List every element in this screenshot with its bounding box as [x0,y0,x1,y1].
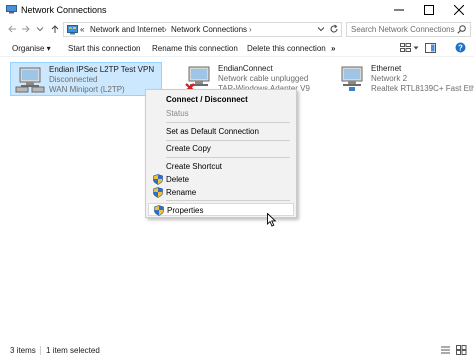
address-history-button[interactable] [317,25,327,35]
connection-device: Realtek RTL8139C+ Fast Eth... [371,84,474,93]
refresh-button[interactable] [329,24,341,36]
address-bar[interactable]: « Network and Internet › Network Connect… [63,22,342,37]
connection-name: Ethernet [371,64,402,73]
status-divider [40,346,41,355]
close-icon [454,5,464,15]
uac-shield-icon [153,187,163,198]
search-placeholder: Search Network Connections [351,25,455,34]
command-bar: Organise ▾ Start this connection Rename … [0,40,474,57]
item-count: 3 items [10,346,36,355]
delete-connection-button[interactable]: Delete this connection [247,44,326,53]
control-panel-icon [67,25,78,35]
address-row: « Network and Internet › Network Connect… [0,20,474,38]
tiles-view-icon [456,345,467,355]
up-button[interactable] [49,23,61,35]
details-view-icon [441,346,450,354]
change-view-button[interactable] [400,43,420,54]
menu-separator [166,140,290,141]
menu-item-label: Status [166,109,189,118]
breadcrumb-network-and-internet[interactable]: Network and Internet [90,25,164,34]
view-details-icon [400,43,411,52]
details-view-button[interactable] [440,345,451,355]
close-button[interactable] [444,0,474,20]
minimize-button[interactable] [384,0,414,20]
back-arrow-icon [8,25,16,33]
maximize-icon [424,5,434,15]
address-overflow[interactable]: « [80,25,84,34]
status-bar: 3 items 1 item selected [0,342,474,357]
preview-pane-button[interactable] [425,43,437,54]
back-button[interactable] [6,23,18,35]
uac-shield-icon [154,205,164,216]
menu-item-status: Status [148,107,294,120]
menu-item-rename[interactable]: Rename [148,186,294,199]
ethernet-connected-icon [341,66,363,91]
menu-item-label: Create Copy [166,144,211,153]
up-arrow-icon [51,25,59,33]
connection-status: Network 2 [371,74,408,83]
menu-item-label: Delete [166,175,190,184]
help-icon: ? [455,42,466,53]
title-bar: Network Connections [0,0,474,20]
svg-text:?: ? [458,43,463,52]
tiles-view-button[interactable] [456,345,467,355]
forward-arrow-icon [22,25,30,33]
search-input[interactable]: Search Network Connections [346,22,471,37]
breadcrumb-separator[interactable]: › [164,25,167,34]
window-title: Network Connections [21,5,107,15]
connection-status: Disconnected [49,75,98,84]
preview-pane-icon [425,43,436,53]
menu-item-label: Properties [167,206,204,215]
breadcrumb-separator[interactable]: › [249,25,252,34]
organise-button[interactable]: Organise ▾ [12,44,51,53]
menu-item-label: Rename [166,188,197,197]
connection-item[interactable]: Endian IPSec L2TP Test VPN Disconnected … [10,62,162,96]
menu-separator [166,122,290,123]
menu-item-label: Set as Default Connection [166,127,259,136]
context-menu: Connect / Disconnect Status Set as Defau… [145,89,297,218]
refresh-icon [330,24,338,33]
search-icon [457,25,466,34]
chevron-down-icon [36,27,44,32]
connection-status: Network cable unplugged [218,74,309,83]
minimize-icon [394,9,404,11]
menu-item-delete[interactable]: Delete [148,173,294,186]
menu-separator [166,157,290,158]
menu-item-label: Create Shortcut [166,162,223,171]
chevron-down-icon [413,46,419,50]
breadcrumb-network-connections[interactable]: Network Connections [171,25,247,34]
maximize-button[interactable] [414,0,444,20]
rename-connection-button[interactable]: Rename this connection [152,44,238,53]
menu-item-label: Connect / Disconnect [166,95,248,104]
vpn-connection-icon [15,67,45,93]
menu-item-connect-disconnect[interactable]: Connect / Disconnect [148,93,294,106]
connection-item[interactable]: Ethernet Network 2 Realtek RTL8139C+ Fas… [333,62,474,96]
help-button[interactable]: ? [455,42,467,54]
menu-separator [166,200,290,201]
network-connections-icon [6,5,17,14]
menu-item-create-copy[interactable]: Create Copy [148,142,294,155]
ethernet-unplugged-icon [185,66,210,92]
start-connection-button[interactable]: Start this connection [68,44,140,53]
chevron-down-icon [317,27,325,32]
connection-name: Endian IPSec L2TP Test VPN [49,65,155,74]
mouse-pointer-icon [267,213,277,227]
recent-locations-button[interactable] [34,23,46,35]
connection-name: EndianConnect [218,64,273,73]
connection-device: WAN Miniport (L2TP) [49,85,125,94]
more-commands-button[interactable]: » [331,44,335,53]
menu-item-create-shortcut[interactable]: Create Shortcut [148,160,294,173]
selection-count: 1 item selected [46,346,100,355]
forward-button[interactable] [20,23,32,35]
menu-item-set-default[interactable]: Set as Default Connection [148,125,294,138]
uac-shield-icon [153,174,163,185]
